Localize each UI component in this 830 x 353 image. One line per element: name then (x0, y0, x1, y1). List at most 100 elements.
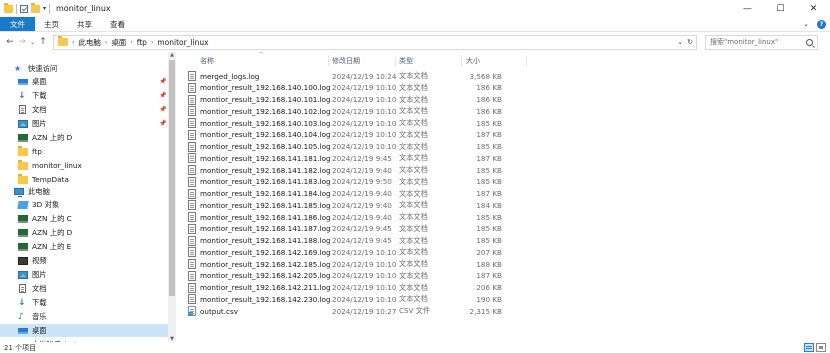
status-bar: 21 个项目 (0, 342, 830, 353)
recent-locations-chevron-icon[interactable]: ⌄ (28, 39, 37, 46)
up-arrow-icon[interactable]: ↑ (37, 37, 49, 47)
pin-icon[interactable]: 📌 (159, 92, 166, 99)
column-divider[interactable] (526, 55, 527, 66)
file-row[interactable]: montior_result_192.168.141.185.log 2024/1… (176, 199, 830, 211)
nav-item[interactable]: 文档 (0, 282, 168, 295)
file-row[interactable]: montior_result_192.168.140.103.log 2024/1… (176, 117, 830, 129)
file-row[interactable]: montior_result_192.168.141.181.log 2024/1… (176, 152, 830, 164)
file-row[interactable]: merged_logs.log 2024/12/19 10:24 文本文档 3,568… (176, 70, 830, 82)
expand-ribbon-chevron-icon[interactable]: ⌄ (803, 20, 809, 28)
column-header-date[interactable]: 修改日期 (332, 54, 360, 67)
nav-this-pc[interactable]: 此电脑 (0, 185, 168, 198)
nav-item[interactable]: 图片 (0, 268, 168, 281)
customize-toolbar-dropdown-icon[interactable]: ▾ (43, 5, 46, 12)
file-name: merged_logs.log (200, 71, 260, 81)
file-size: 185 KB (476, 177, 502, 187)
minimize-button[interactable]: — (731, 0, 764, 17)
chevron-right-icon[interactable]: › (151, 39, 153, 46)
back-arrow-icon[interactable]: ← (4, 37, 16, 47)
file-row[interactable]: montior_result_192.168.141.183.log 2024/1… (176, 176, 830, 188)
nav-label: AZN 上的 E (32, 241, 72, 251)
breadcrumb-ftp[interactable]: ftp (137, 38, 147, 47)
column-header-size[interactable]: 大小 (466, 54, 480, 67)
chevron-right-icon[interactable]: › (105, 39, 107, 46)
file-row[interactable]: montior_result_192.168.140.104.log 2024/1… (176, 129, 830, 141)
text-file-icon (188, 282, 196, 293)
nav-item[interactable]: 视频 (0, 254, 168, 267)
file-row[interactable]: montior_result_192.168.140.102.log 2024/1… (176, 105, 830, 117)
breadcrumb-desktop[interactable]: 桌面 (111, 37, 126, 48)
pin-icon[interactable]: 📌 (159, 106, 166, 113)
file-row[interactable]: montior_result_192.168.141.182.log 2024/1… (176, 164, 830, 176)
file-row[interactable]: montior_result_192.168.140.101.log 2024/1… (176, 94, 830, 106)
chevron-right-icon[interactable]: › (130, 39, 132, 46)
file-row[interactable]: output.csv 2024/12/19 10:27 CSV 文件 2,315 KB (176, 305, 830, 317)
refresh-icon[interactable]: ↻ (687, 38, 693, 46)
chevron-right-icon[interactable]: › (72, 39, 74, 46)
file-row[interactable]: montior_result_192.168.141.188.log 2024/1… (176, 235, 830, 247)
file-row[interactable]: montior_result_192.168.141.184.log 2024/1… (176, 188, 830, 200)
nav-label: 下载 (32, 90, 47, 100)
text-file-icon (188, 294, 196, 305)
nav-item[interactable]: ftp (0, 145, 168, 158)
details-view-icon[interactable] (804, 343, 814, 352)
file-row[interactable]: montior_result_192.168.142.211.log 2024/1… (176, 282, 830, 294)
forward-arrow-icon[interactable]: → (16, 37, 28, 47)
file-row[interactable]: montior_result_192.168.141.187.log 2024/1… (176, 223, 830, 235)
column-divider[interactable] (461, 55, 462, 66)
file-name: montior_result_192.168.142.169.log (200, 247, 331, 257)
address-bar[interactable]: › 此电脑 › 桌面 › ftp › monitor_linux ⌄ ↻ (53, 34, 697, 50)
nav-item[interactable]: 桌面 (0, 324, 168, 337)
ribbon-right-controls: ⌄ ? (803, 17, 830, 31)
nav-pane-scrollbar[interactable]: ▲ ▼ (168, 52, 176, 342)
file-row[interactable]: montior_result_192.168.142.230.log 2024/1… (176, 293, 830, 305)
nav-item[interactable]: monitor_linux (0, 159, 168, 172)
pin-icon[interactable]: 📌 (159, 120, 166, 127)
file-row[interactable]: montior_result_192.168.141.186.log 2024/1… (176, 211, 830, 223)
column-header-type[interactable]: 类型 (399, 54, 413, 67)
file-row[interactable]: montior_result_192.168.142.205.log 2024/1… (176, 270, 830, 282)
search-icon[interactable] (806, 38, 813, 46)
file-row[interactable]: montior_result_192.168.142.169.log 2024/1… (176, 246, 830, 258)
search-input[interactable]: 搜索"monitor_linux" (705, 34, 818, 50)
nav-item[interactable]: 3D 对象 (0, 198, 168, 211)
breadcrumb-monitor-linux[interactable]: monitor_linux (157, 38, 208, 47)
file-date: 2024/12/19 9:40 (332, 200, 392, 210)
pin-icon[interactable]: 📌 (159, 78, 166, 85)
computer-icon (14, 188, 24, 197)
nav-item[interactable]: 图片 📌 (0, 117, 168, 130)
file-row[interactable]: montior_result_192.168.142.185.log 2024/1… (176, 258, 830, 270)
tab-view[interactable]: 查看 (101, 17, 134, 31)
nav-item[interactable]: ↓ 下载 📌 (0, 89, 168, 102)
help-icon[interactable]: ? (817, 19, 826, 29)
scroll-up-arrow-icon[interactable]: ▲ (168, 52, 176, 58)
nav-label: 图片 (32, 118, 47, 128)
file-size: 185 KB (476, 118, 502, 128)
close-button[interactable]: ✕ (797, 0, 830, 17)
tab-home[interactable]: 主页 (35, 17, 68, 31)
nav-item[interactable]: 文档 📌 (0, 103, 168, 116)
nav-item[interactable]: ♪ 音乐 (0, 310, 168, 323)
maximize-button[interactable]: ☐ (764, 0, 797, 17)
properties-icon[interactable] (20, 4, 28, 13)
nav-item[interactable]: AZN 上的 D (0, 226, 168, 239)
new-folder-icon[interactable] (31, 2, 40, 13)
breadcrumb-this-pc[interactable]: 此电脑 (78, 37, 101, 48)
column-divider[interactable] (328, 55, 329, 66)
nav-item[interactable]: ↓ 下载 (0, 296, 168, 309)
address-history-chevron-icon[interactable]: ⌄ (677, 38, 683, 46)
tab-share[interactable]: 共享 (68, 17, 101, 31)
file-row[interactable]: montior_result_192.168.140.100.log 2024/1… (176, 82, 830, 94)
nav-item[interactable]: AZN 上的 D (0, 131, 168, 144)
nav-item[interactable]: 桌面 📌 (0, 75, 168, 88)
column-header-name[interactable]: 名称 (200, 54, 214, 67)
nav-item[interactable]: AZN 上的 E (0, 240, 168, 253)
tab-file[interactable]: 文件 (0, 17, 35, 31)
nav-item[interactable]: AZN 上的 C (0, 212, 168, 225)
large-icons-view-icon[interactable] (816, 343, 826, 352)
nav-quick-access[interactable]: ★ 快速访问 (0, 62, 168, 75)
window-controls: — ☐ ✕ (731, 0, 830, 17)
scrollbar-thumb[interactable] (169, 60, 175, 296)
file-row[interactable]: montior_result_192.168.140.105.log 2024/1… (176, 141, 830, 153)
column-divider[interactable] (395, 55, 396, 66)
